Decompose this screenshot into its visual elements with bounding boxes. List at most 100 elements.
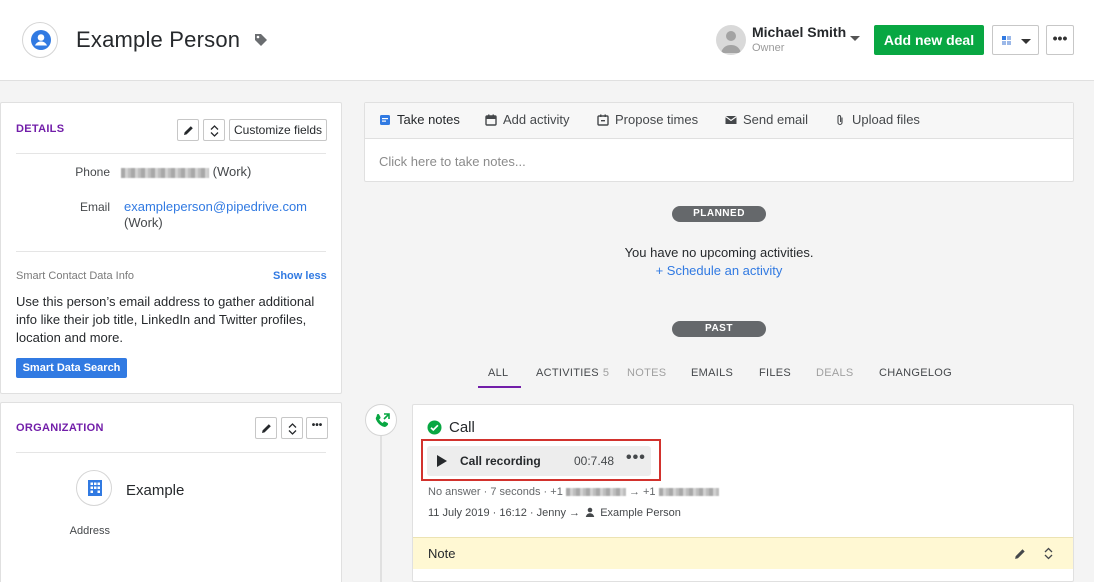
check-circle-icon[interactable]: [427, 420, 442, 435]
page-title: Example Person: [76, 27, 241, 52]
filter-notes[interactable]: NOTES: [627, 367, 666, 379]
call-activity-card: Call Call recording 00:7.48 ••• No answe…: [412, 404, 1074, 582]
owner-role: Owner: [752, 42, 785, 54]
filter-files[interactable]: FILES: [759, 367, 791, 379]
note-label: Note: [428, 546, 456, 561]
call-date: 11 July 2019 · 16:12 · Jenny →: [428, 507, 581, 519]
tab-label: Add activity: [503, 112, 570, 127]
tab-label: Take notes: [397, 112, 460, 127]
redacted-phone: [121, 167, 209, 178]
sort-arrows-icon[interactable]: [1043, 547, 1054, 560]
email-label: Email: [79, 200, 110, 214]
tab-label: Send email: [743, 112, 809, 127]
add-new-deal-button[interactable]: Add new deal: [874, 25, 984, 55]
schedule-activity-link[interactable]: + Schedule an activity: [364, 263, 1074, 278]
organization-title: ORGANIZATION: [16, 422, 104, 434]
smart-contact-label: Smart Contact Data Info: [16, 270, 134, 282]
owner-name[interactable]: Michael Smith: [752, 24, 846, 40]
phone-label: Phone: [75, 165, 110, 179]
filter-label: ACTIVITIES: [536, 367, 599, 379]
divider: [16, 452, 326, 453]
view-switcher-button[interactable]: [992, 25, 1039, 55]
filter-all[interactable]: ALL: [488, 367, 508, 379]
no-activities-text: You have no upcoming activities.: [624, 245, 814, 260]
active-filter-underline: [478, 386, 521, 388]
tag-icon[interactable]: [254, 33, 268, 50]
notes-input[interactable]: Click here to take notes...: [379, 154, 526, 169]
timeline-line: [380, 435, 382, 582]
recording-label: Call recording: [460, 454, 541, 468]
note-icon: [380, 115, 390, 125]
person-avatar-icon: [22, 22, 58, 58]
calendar-icon: [485, 114, 497, 126]
header-more-button[interactable]: •••: [1046, 25, 1074, 55]
show-less-link[interactable]: Show less: [273, 270, 327, 282]
call-title[interactable]: Call: [449, 419, 475, 436]
organization-more-button[interactable]: •••: [306, 417, 328, 439]
call-result: No answer · 7 seconds · +1: [428, 486, 563, 498]
divider: [16, 251, 326, 252]
chevron-down-icon: [1021, 39, 1031, 44]
details-panel: DETAILS Customize fields Phone (Work) Em…: [0, 102, 342, 394]
pencil-icon: [184, 126, 193, 135]
edit-details-button[interactable]: [177, 119, 199, 141]
email-link[interactable]: exampleperson@pipedrive.com: [124, 199, 307, 214]
activity-composer: Take notes Add activity Propose times Se…: [364, 102, 1074, 182]
organization-name[interactable]: Example: [126, 482, 184, 499]
owner-avatar[interactable]: [716, 25, 746, 55]
tab-take-notes[interactable]: Take notes: [379, 112, 460, 127]
call-meta: No answer · 7 seconds · +1 → +1: [428, 486, 719, 498]
sort-organization-button[interactable]: [281, 417, 303, 439]
customize-fields-button[interactable]: Customize fields: [229, 119, 327, 141]
call-date-line: 11 July 2019 · 16:12 · Jenny → Example P…: [428, 507, 681, 519]
call-arrow: → +1: [628, 486, 656, 498]
call-recording-player[interactable]: Call recording 00:7.48 •••: [427, 446, 651, 476]
tab-add-activity[interactable]: Add activity: [485, 112, 569, 127]
filter-changelog[interactable]: CHANGELOG: [879, 367, 952, 379]
tab-send-email[interactable]: Send email: [725, 112, 808, 127]
propose-calendar-icon: [597, 114, 609, 126]
mail-icon: [725, 116, 737, 124]
tab-label: Propose times: [615, 112, 699, 127]
composer-tabs: Take notes Add activity Propose times Se…: [365, 103, 1073, 139]
organization-panel: ORGANIZATION ••• Example Address: [0, 402, 342, 582]
filter-emails[interactable]: EMAILS: [691, 367, 733, 379]
pencil-icon[interactable]: [1014, 548, 1026, 560]
call-contact-link[interactable]: Example Person: [600, 507, 681, 519]
email-type: (Work): [124, 215, 163, 230]
recording-duration: 00:7.48: [574, 454, 615, 468]
pencil-icon: [262, 424, 271, 433]
chevron-down-icon[interactable]: [850, 36, 860, 41]
person-icon: [585, 507, 595, 517]
tab-label: Upload files: [852, 112, 920, 127]
phone-type: (Work): [212, 164, 252, 179]
edit-organization-button[interactable]: [255, 417, 277, 439]
past-badge: PAST: [672, 321, 766, 337]
grid-icon: [1002, 36, 1011, 45]
schedule-activity-label[interactable]: + Schedule an activity: [656, 263, 783, 278]
building-icon: [76, 470, 112, 506]
planned-badge: PLANNED: [672, 206, 766, 222]
sort-arrows-icon: [288, 423, 297, 435]
address-label: Address: [69, 525, 110, 537]
sort-details-button[interactable]: [203, 119, 225, 141]
phone-value[interactable]: (Work): [121, 164, 251, 179]
note-section[interactable]: Note: [413, 537, 1073, 569]
divider: [16, 153, 326, 154]
filter-count: 5: [602, 367, 610, 379]
details-title: DETAILS: [16, 123, 65, 135]
phone-call-icon: [365, 404, 397, 436]
sort-arrows-icon: [210, 125, 219, 137]
smart-contact-description: Use this person’s email address to gathe…: [16, 294, 315, 345]
redacted-number: [565, 488, 626, 497]
smart-data-search-button[interactable]: Smart Data Search: [16, 358, 127, 378]
tab-propose-times[interactable]: Propose times: [597, 112, 698, 127]
redacted-number: [658, 488, 719, 497]
filter-activities[interactable]: ACTIVITIES 5: [536, 367, 609, 379]
page-header: Example Person Michael Smith Owner Add n…: [0, 0, 1094, 81]
filter-deals[interactable]: DEALS: [816, 367, 854, 379]
recording-more-button[interactable]: •••: [626, 449, 646, 467]
play-icon[interactable]: [437, 455, 447, 467]
tab-upload-files[interactable]: Upload files: [834, 112, 920, 127]
paperclip-icon: [837, 115, 843, 126]
